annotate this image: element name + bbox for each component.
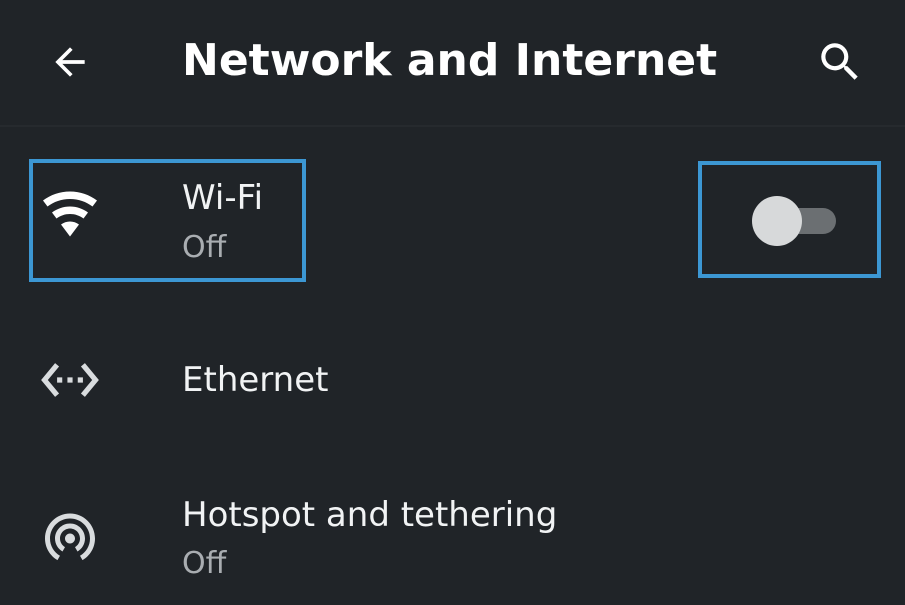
wifi-icon [43, 191, 97, 237]
list-item-hotspot[interactable]: Hotspot and tethering Off [0, 452, 905, 605]
search-icon [821, 43, 858, 80]
ethernet-icon [41, 363, 99, 397]
wifi-icon-wrap [38, 182, 102, 246]
app-bar: Network and Internet [0, 0, 905, 127]
arrow-back-icon [55, 47, 85, 77]
hotspot-icon [45, 513, 95, 561]
list-item-ethernet[interactable]: Ethernet [0, 318, 905, 442]
wifi-toggle[interactable] [752, 196, 838, 246]
hotspot-subtitle: Off [182, 546, 227, 581]
page-title: Network and Internet [182, 35, 718, 86]
ethernet-icon-wrap [38, 348, 102, 412]
hotspot-title: Hotspot and tethering [182, 495, 558, 535]
wifi-toggle-thumb [752, 196, 802, 246]
search-button[interactable] [808, 30, 872, 94]
hotspot-icon-wrap [38, 504, 102, 568]
wifi-title: Wi-Fi [182, 178, 264, 218]
settings-screen: Network and Internet Wi-Fi Off Ethernet [0, 0, 905, 605]
back-button[interactable] [40, 32, 100, 92]
wifi-subtitle: Off [182, 230, 227, 265]
ethernet-title: Ethernet [182, 360, 329, 400]
